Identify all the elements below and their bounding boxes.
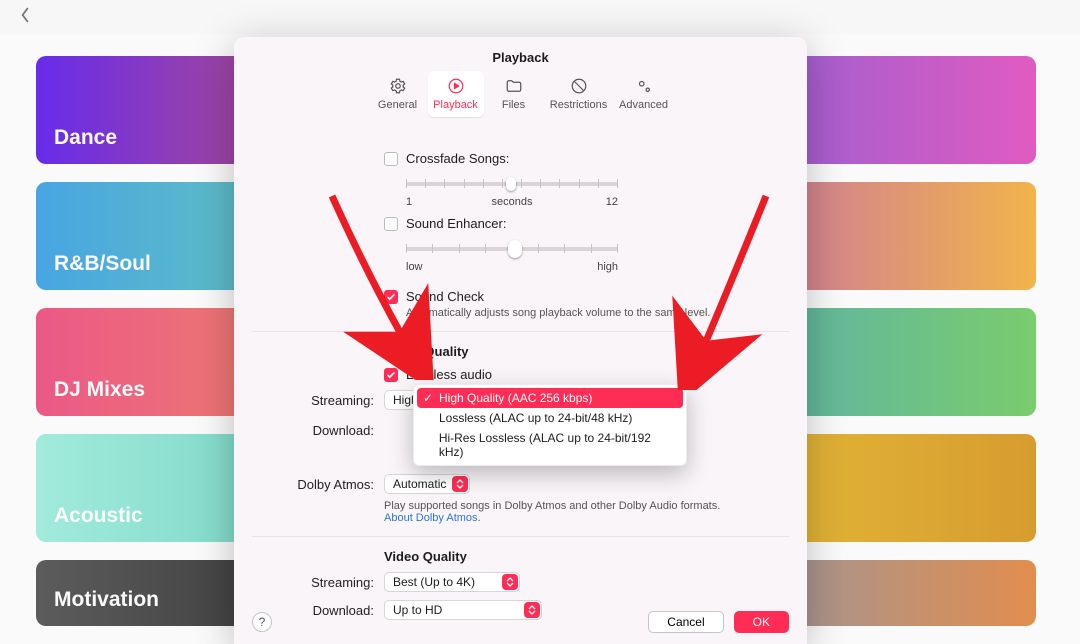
slider-min: 1: [406, 196, 436, 208]
folder-icon: [505, 77, 523, 95]
enhancer-row: Sound Enhancer:: [384, 216, 771, 231]
crossfade-row: Crossfade Songs:: [384, 151, 771, 166]
streaming-dropdown: ✓ High Quality (AAC 256 kbps) Lossless (…: [413, 384, 687, 466]
streaming-label: Streaming:: [252, 393, 384, 408]
soundcheck-checkbox[interactable]: [384, 290, 398, 304]
slider-high: high: [597, 261, 618, 273]
gear-icon: [389, 77, 407, 95]
dolby-link[interactable]: About Dolby Atmos: [384, 512, 478, 524]
check-icon: [386, 370, 396, 380]
download-label: Download:: [252, 423, 384, 438]
dolby-desc: Play supported songs in Dolby Atmos and …: [384, 500, 720, 512]
lossless-label: Lossless audio: [406, 367, 492, 382]
preferences-tabs: General Playback Files Restrictions Adva…: [234, 69, 807, 123]
dropdown-option[interactable]: Lossless (ALAC up to 24-bit/48 kHz): [417, 408, 683, 428]
select-value: Best (Up to 4K): [393, 575, 475, 589]
soundcheck-row: Sound Check: [384, 289, 771, 304]
dropdown-option[interactable]: Hi-Res Lossless (ALAC up to 24-bit/192 k…: [417, 428, 683, 462]
check-icon: [386, 292, 396, 302]
tab-label: Restrictions: [550, 99, 607, 111]
tab-label: General: [378, 99, 417, 111]
enhancer-label: Sound Enhancer:: [406, 216, 506, 231]
soundcheck-label: Sound Check: [406, 289, 484, 304]
tab-label: Files: [502, 99, 525, 111]
modal-title: Playback: [234, 37, 807, 69]
ok-button[interactable]: OK: [734, 611, 789, 633]
video-streaming-select[interactable]: Best (Up to 4K): [384, 572, 520, 592]
slider-unit: seconds: [436, 196, 588, 208]
enhancer-slider[interactable]: low high: [406, 247, 771, 273]
tab-advanced[interactable]: Advanced: [616, 71, 672, 117]
modal-footer: ? Cancel OK: [234, 600, 807, 644]
gears-icon: [635, 77, 653, 95]
crossfade-slider[interactable]: 1 seconds 12: [406, 182, 771, 208]
option-label: Lossless (ALAC up to 24-bit/48 kHz): [439, 411, 632, 425]
cancel-button[interactable]: Cancel: [648, 611, 723, 633]
check-icon: ✓: [423, 391, 435, 405]
select-value: Automatic: [393, 477, 446, 491]
crossfade-label: Crossfade Songs:: [406, 151, 509, 166]
option-label: High Quality (AAC 256 kbps): [439, 391, 592, 405]
option-label: Hi-Res Lossless (ALAC up to 24-bit/192 k…: [439, 431, 675, 459]
preferences-modal: Playback General Playback Files Restrict…: [234, 37, 807, 644]
help-label: ?: [259, 615, 266, 629]
crossfade-checkbox[interactable]: [384, 152, 398, 166]
lossless-row: Lossless audio: [384, 367, 771, 382]
dropdown-option[interactable]: ✓ High Quality (AAC 256 kbps): [417, 388, 683, 408]
chevron-updown-icon: [452, 476, 468, 492]
tab-restrictions[interactable]: Restrictions: [544, 71, 614, 117]
play-circle-icon: [447, 77, 465, 95]
no-sign-icon: [570, 77, 588, 95]
help-button[interactable]: ?: [252, 612, 272, 632]
dolby-label: Dolby Atmos:: [252, 477, 384, 492]
divider: [252, 331, 789, 332]
tab-general[interactable]: General: [370, 71, 426, 117]
tab-label: Playback: [433, 99, 478, 111]
tab-files[interactable]: Files: [486, 71, 542, 117]
audio-quality-heading: Audio Quality: [384, 344, 771, 359]
tab-label: Advanced: [619, 99, 668, 111]
soundcheck-desc: Automatically adjusts song playback volu…: [406, 307, 771, 319]
slider-max: 12: [588, 196, 618, 208]
tab-playback[interactable]: Playback: [428, 71, 484, 117]
lossless-checkbox[interactable]: [384, 368, 398, 382]
video-quality-heading: Video Quality: [384, 549, 771, 564]
chevron-updown-icon: [502, 574, 518, 590]
video-streaming-label: Streaming:: [252, 575, 384, 590]
dolby-select[interactable]: Automatic: [384, 474, 470, 494]
enhancer-checkbox[interactable]: [384, 217, 398, 231]
slider-low: low: [406, 261, 423, 273]
